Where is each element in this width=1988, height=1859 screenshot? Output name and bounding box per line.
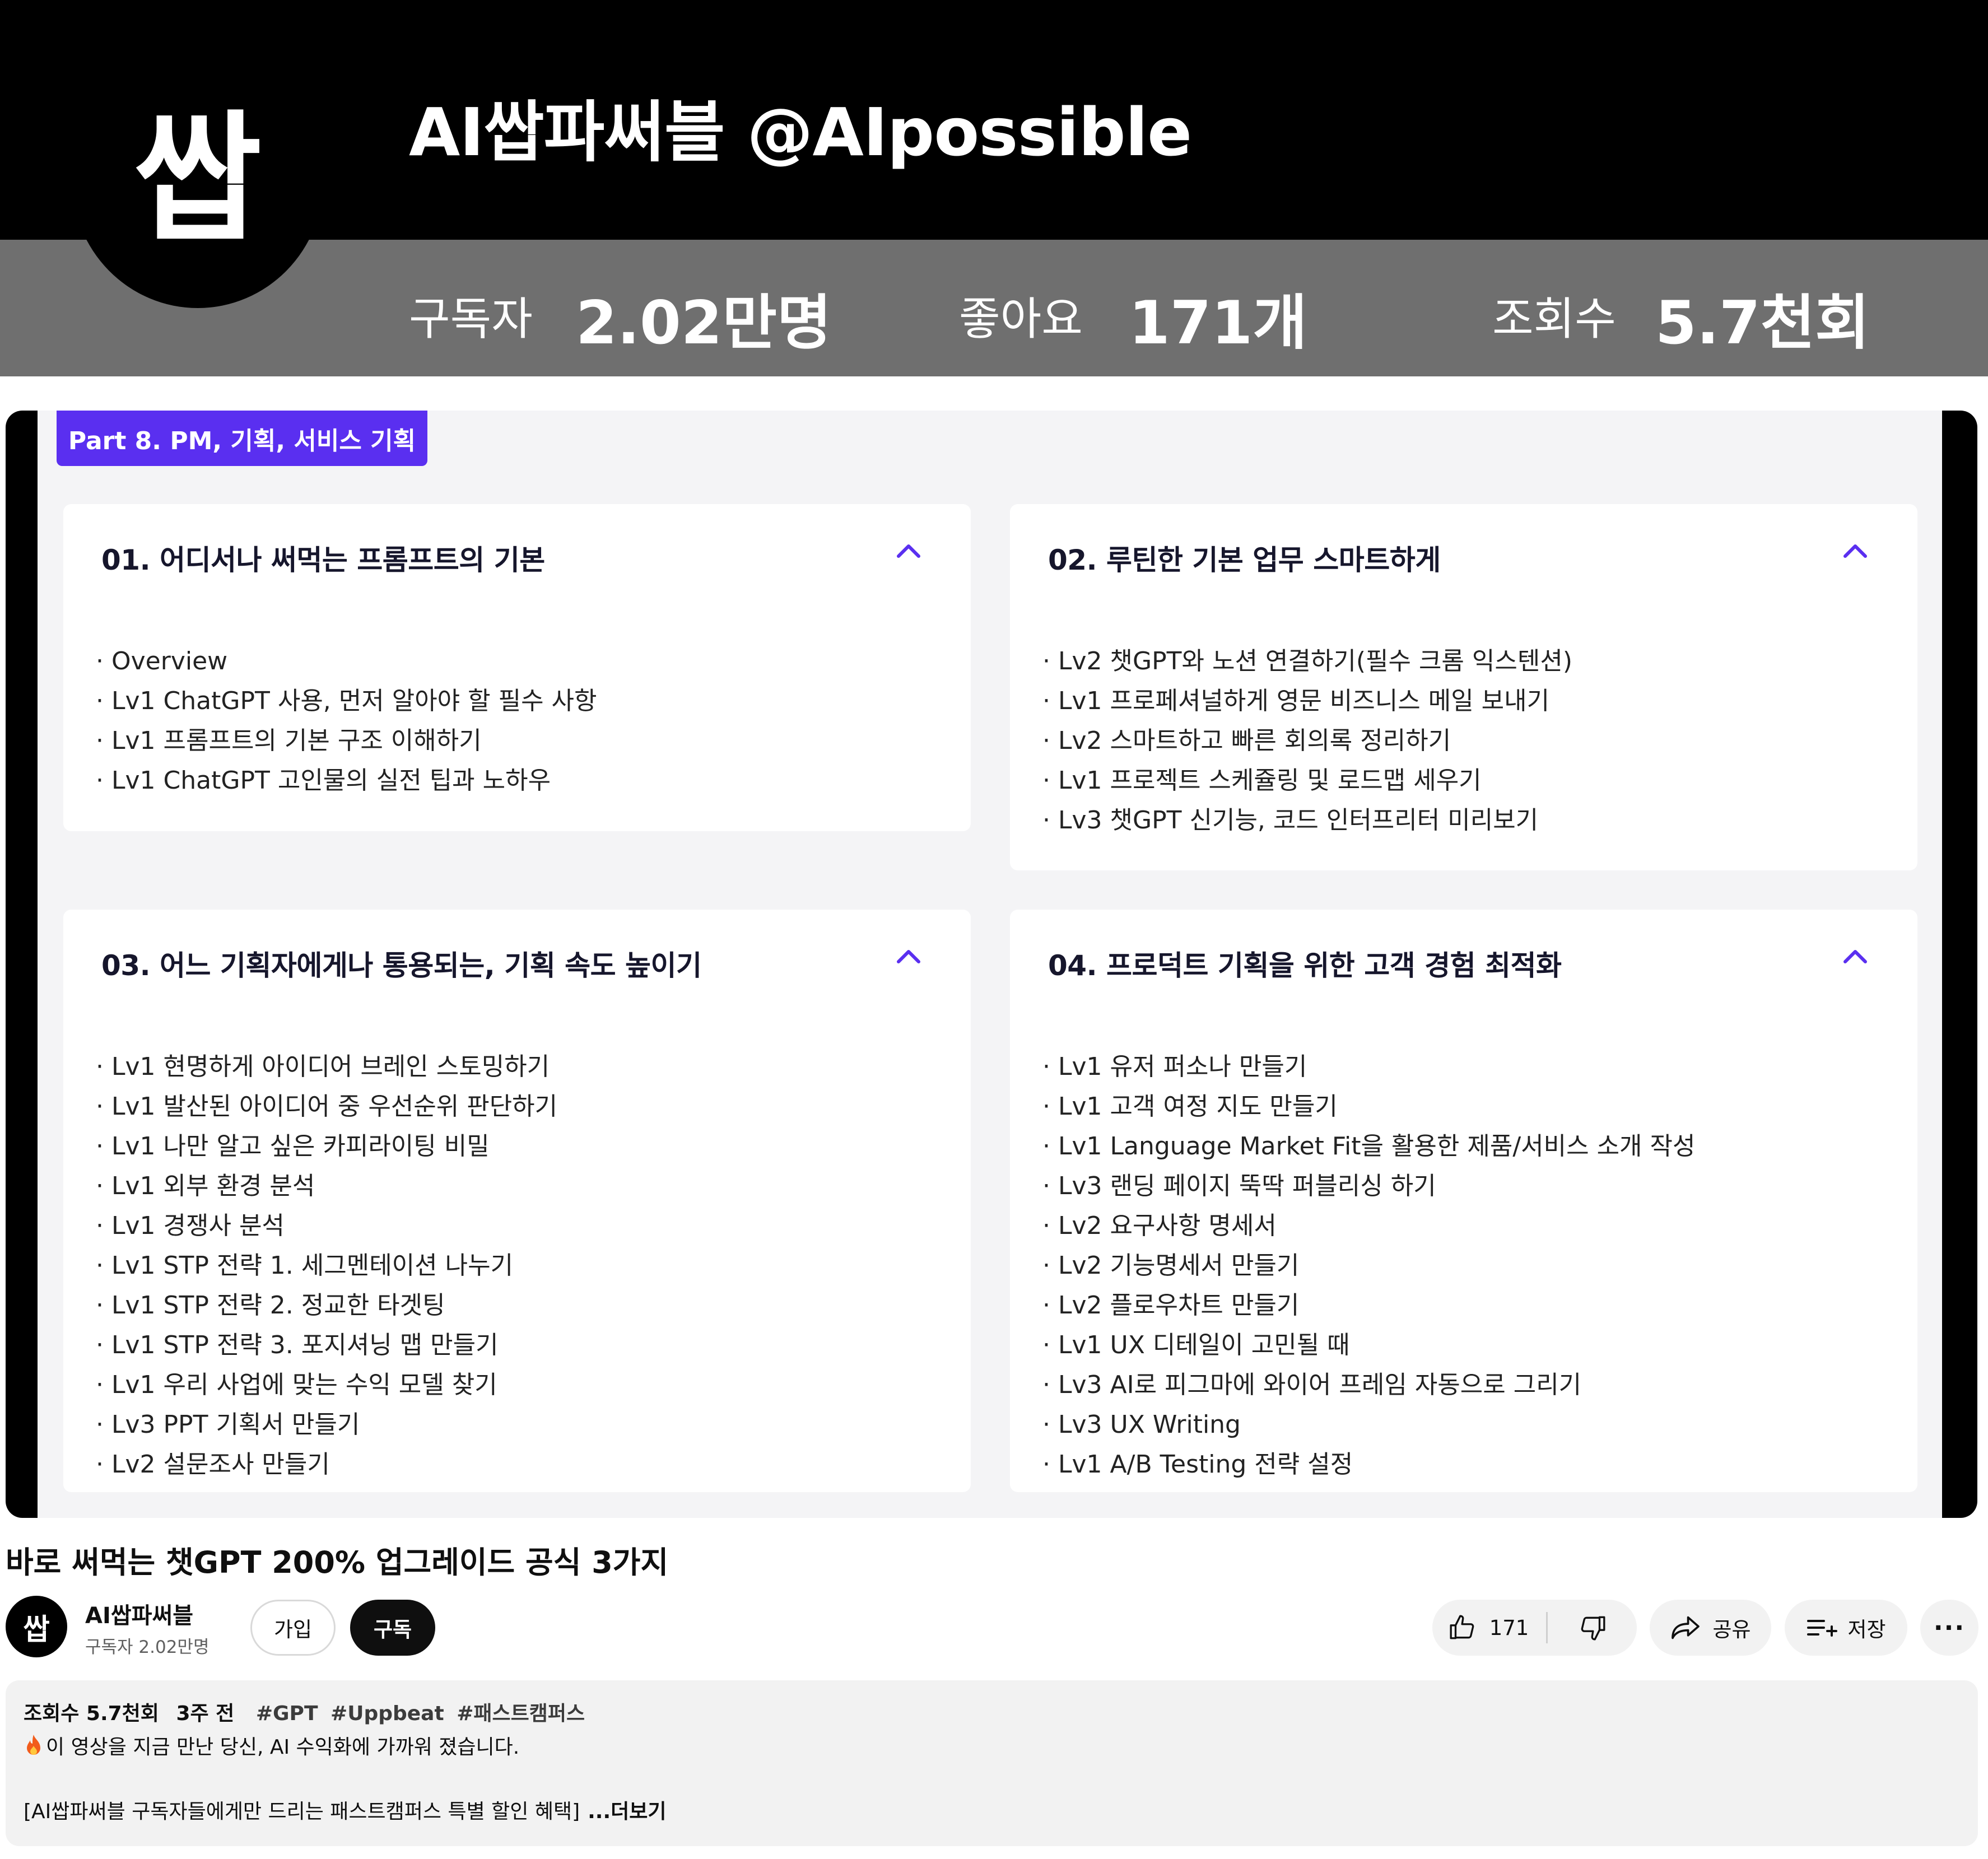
join-button[interactable]: 가입 [250,1600,336,1656]
part-badge: Part 8. PM, 기획, 서비스 기획 [57,411,427,466]
share-button[interactable]: 공유 [1650,1600,1771,1656]
card-title: 01. 어디서나 써먹는 프롬프트의 기본 [101,544,545,576]
curriculum-card-01: 01. 어디서나 써먹는 프롬프트의 기본 Overview Lv1 ChatG… [63,504,971,831]
list-item: Lv1 프로페셔널하게 영문 비즈니스 메일 보내기 [1042,681,1572,721]
list-item: Lv1 프롬프트의 기본 구조 이해하기 [96,721,597,761]
subscribe-button[interactable]: 구독 [350,1600,435,1656]
stat-value-subscribers: 2.02만명 [576,288,832,357]
description-meta: 조회수 5.7천회 3주 전 #GPT #Uppbeat #패스트캠퍼스 [24,1697,585,1726]
save-playlist-icon [1807,1620,1838,1637]
list-item: Lv1 우리 사업에 맞는 수익 모델 찾기 [96,1365,557,1405]
list-item: Lv1 프로젝트 스케쥴링 및 로드맵 세우기 [1042,761,1572,800]
video-title: 바로 써먹는 챗GPT 200% 업그레이드 공식 3가지 [6,1545,669,1580]
channel-avatar[interactable]: 쌉 [6,1596,67,1657]
list-item: Lv1 경쟁사 분석 [96,1206,557,1246]
card-title: 03. 어느 기획자에게나 통용되는, 기획 속도 높이기 [101,949,702,982]
list-item: Lv1 나만 알고 싶은 카피라이팅 비밀 [96,1126,557,1166]
card-item-list: Lv2 챗GPT와 노션 연결하기(필수 크롬 익스텐션) Lv1 프로페셔널하… [1042,641,1572,840]
show-more-link[interactable]: ...더보기 [588,1800,666,1823]
description-line: 이 영상을 지금 만난 당신, AI 수익화에 가까워 졌습니다. [24,1731,519,1760]
list-item: Lv1 ChatGPT 고인물의 실전 팁과 노하우 [96,761,597,800]
list-item: Lv1 UX 디테일이 고민될 때 [1042,1325,1695,1365]
chevron-up-icon[interactable] [1843,543,1867,558]
channel-logo-text: 쌉 [133,97,262,260]
list-item: Lv1 STP 전략 3. 포지셔닝 맵 만들기 [96,1325,557,1365]
card-title: 04. 프로덕트 기획을 위한 고객 경험 최적화 [1048,949,1562,982]
curriculum-card-02: 02. 루틴한 기본 업무 스마트하게 Lv2 챗GPT와 노션 연결하기(필수… [1010,504,1917,870]
curriculum-card-04: 04. 프로덕트 기획을 위한 고객 경험 최적화 Lv1 유저 퍼소나 만들기… [1010,910,1917,1492]
list-item: Lv1 ChatGPT 사용, 먼저 알아야 할 필수 사항 [96,681,597,721]
stat-label-likes: 좋아요 [959,293,1083,345]
list-item: Lv2 요구사항 명세서 [1042,1206,1695,1246]
list-item: Lv1 STP 전략 2. 정교한 타겟팅 [96,1285,557,1325]
list-item: Lv1 Language Market Fit을 활용한 제품/서비스 소개 작… [1042,1126,1696,1166]
list-item: Lv3 챗GPT 신기능, 코드 인터프리터 미리보기 [1042,800,1572,840]
list-item: Lv3 PPT 기획서 만들기 [96,1405,557,1445]
like-dislike-group: 171 [1432,1600,1637,1656]
list-item: Lv3 UX Writing [1042,1405,1695,1445]
list-item: Overview [96,641,597,681]
curriculum-card-03: 03. 어느 기획자에게나 통용되는, 기획 속도 높이기 Lv1 현명하게 아… [63,910,971,1492]
save-label: 저장 [1847,1618,1886,1642]
fire-icon [27,1735,40,1755]
list-item: Lv2 기능명세서 만들기 [1042,1246,1695,1285]
like-count: 171 [1489,1615,1529,1640]
channel-logo: 쌉 [72,50,324,308]
list-item: Lv1 고객 여정 지도 만들기 [1042,1087,1695,1126]
chevron-up-icon[interactable] [897,543,920,558]
video-slide: Part 8. PM, 기획, 서비스 기획 01. 어디서나 써먹는 프롬프트… [38,411,1942,1518]
view-count: 조회수 5.7천회 [24,1702,159,1725]
card-item-list: Lv1 유저 퍼소나 만들기 Lv1 고객 여정 지도 만들기 Lv1 Lang… [1042,1047,1696,1484]
channel-name[interactable]: AI쌉파써블 [85,1597,193,1630]
like-button[interactable]: 171 [1432,1600,1544,1656]
card-item-list: Lv1 현명하게 아이디어 브레인 스토밍하기 Lv1 발산된 아이디어 중 우… [96,1047,557,1484]
more-actions-button[interactable]: ··· [1920,1600,1978,1656]
chevron-up-icon[interactable] [897,949,920,963]
share-label: 공유 [1712,1618,1751,1642]
upload-age: 3주 전 [176,1702,235,1725]
video-player[interactable]: Part 8. PM, 기획, 서비스 기획 01. 어디서나 써먹는 프롬프트… [6,411,1977,1518]
description-line: [AI쌉파써블 구독자들에게만 드리는 패스트캠퍼스 특별 할인 혜택] ...더… [24,1795,667,1824]
list-item: Lv1 A/B Testing 전략 설정 [1042,1445,1695,1484]
thumbs-up-icon [1450,1615,1474,1639]
share-icon [1672,1616,1700,1639]
stat-label-views: 조회수 [1492,293,1616,345]
list-item: Lv1 발산된 아이디어 중 우선순위 판단하기 [96,1087,557,1126]
list-item: Lv1 현명하게 아이디어 브레인 스토밍하기 [96,1047,557,1087]
chevron-up-icon[interactable] [1843,949,1867,963]
banner-channel-title: AI쌉파써블 @AIpossible [409,94,1192,171]
description-text: 이 영상을 지금 만난 당신, AI 수익화에 가까워 졌습니다. [46,1736,520,1759]
list-item: Lv2 플로우차트 만들기 [1042,1285,1695,1325]
dislike-button[interactable] [1548,1600,1637,1656]
list-item: Lv3 랜딩 페이지 뚝딱 퍼블리싱 하기 [1042,1166,1695,1206]
stat-value-views: 5.7천회 [1655,288,1870,357]
save-button[interactable]: 저장 [1785,1600,1907,1656]
hashtag-link[interactable]: #패스트캠퍼스 [457,1702,585,1725]
hashtag-link[interactable]: #Uppbeat [330,1702,444,1725]
list-item: Lv1 외부 환경 분석 [96,1166,557,1206]
thumbs-down-icon [1581,1616,1605,1641]
description-box[interactable]: 조회수 5.7천회 3주 전 #GPT #Uppbeat #패스트캠퍼스 이 영… [6,1680,1978,1846]
list-item: Lv3 AI로 피그마에 와이어 프레임 자동으로 그리기 [1042,1365,1695,1405]
stat-label-subscribers: 구독자 [409,293,533,345]
list-item: Lv1 유저 퍼소나 만들기 [1042,1047,1695,1087]
list-item: Lv1 STP 전략 1. 세그멘테이션 나누기 [96,1246,557,1285]
stat-value-likes: 171개 [1129,288,1307,357]
channel-subscriber-count: 구독자 2.02만명 [85,1637,209,1657]
card-item-list: Overview Lv1 ChatGPT 사용, 먼저 알아야 할 필수 사항 … [96,641,597,800]
list-item: Lv2 챗GPT와 노션 연결하기(필수 크롬 익스텐션) [1042,641,1572,681]
avatar-text: 쌉 [23,1613,50,1647]
description-text: [AI쌉파써블 구독자들에게만 드리는 패스트캠퍼스 특별 할인 혜택] [24,1800,580,1823]
list-item: Lv2 스마트하고 빠른 회의록 정리하기 [1042,721,1572,761]
card-title: 02. 루틴한 기본 업무 스마트하게 [1048,544,1441,576]
list-item: Lv2 설문조사 만들기 [96,1445,557,1484]
hashtag-link[interactable]: #GPT [256,1702,318,1725]
